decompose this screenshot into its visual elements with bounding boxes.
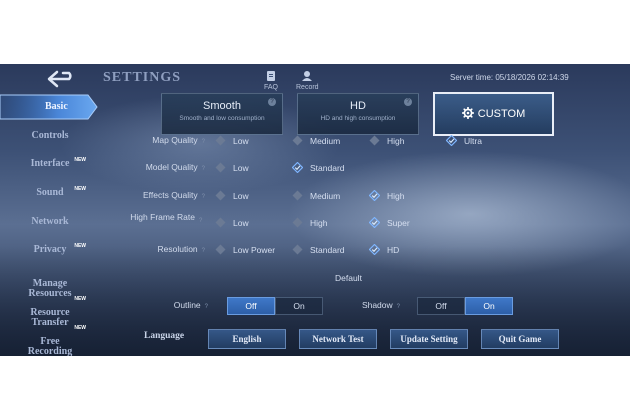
preset-subtitle: HD and high consumption <box>320 115 396 122</box>
sidebar-item-controls[interactable]: Controls <box>0 131 100 141</box>
settings-screen: SETTINGS FAQ Record Server time: 05/18/2… <box>0 64 630 356</box>
diamond-selected-icon <box>369 217 380 228</box>
high-frame-rate-high-option[interactable]: High <box>292 217 327 228</box>
sidebar-item-label: Network <box>31 216 69 227</box>
model-quality-label: Model Quality? <box>145 162 205 174</box>
diamond-unselected-icon <box>215 135 226 146</box>
server-time: Server time: 05/18/2026 02:14:39 <box>450 73 569 82</box>
sidebar-item-sound[interactable]: Sound NEW <box>0 186 100 198</box>
model-quality-standard-option[interactable]: Standard <box>292 162 345 173</box>
high-frame-rate-label: High Frame Rate <box>130 212 195 222</box>
sidebar-item-label: Controls <box>31 130 69 141</box>
preset-title: HD <box>350 100 366 112</box>
language-label: Language <box>144 331 185 341</box>
help-icon[interactable]: ? <box>202 192 205 202</box>
diamond-unselected-icon <box>292 190 303 201</box>
outline-label: Outline? <box>173 300 208 312</box>
help-icon[interactable]: ? <box>202 164 205 174</box>
back-button[interactable] <box>44 70 78 92</box>
sidebar-item-label: Manage Resources <box>28 278 72 299</box>
faq-label: FAQ <box>264 84 279 91</box>
sidebar-item-label: Resource Transfer <box>30 307 70 328</box>
effects-quality-high-option[interactable]: High <box>369 190 404 201</box>
help-icon[interactable]: ? <box>404 98 412 106</box>
help-icon[interactable]: ? <box>202 246 205 256</box>
effects-quality-low-option[interactable]: Low <box>215 190 249 201</box>
new-badge: NEW <box>74 243 86 249</box>
help-icon[interactable]: ? <box>199 218 202 224</box>
diamond-unselected-icon <box>292 135 303 146</box>
document-icon <box>265 70 277 84</box>
outline-off-option[interactable]: Off <box>227 297 275 315</box>
language-select-button[interactable]: English <box>208 329 286 349</box>
diamond-unselected-icon <box>369 135 380 146</box>
quit-game-button[interactable]: Quit Game <box>481 329 559 349</box>
sidebar-item-label: Interface <box>30 158 70 169</box>
effects-quality-label: Effects Quality? <box>143 190 205 202</box>
sidebar-item-label: Privacy <box>33 244 67 255</box>
map-quality-ultra-option[interactable]: Ultra <box>446 135 482 146</box>
sidebar-item-label: Sound <box>36 187 64 198</box>
diamond-unselected-icon <box>215 162 226 173</box>
shadow-toggle[interactable]: Off On <box>417 297 513 315</box>
resolution-hd-option[interactable]: HD <box>369 244 399 255</box>
new-badge: NEW <box>74 325 86 331</box>
preset-title: CUSTOM <box>477 108 526 120</box>
diamond-selected-icon <box>369 190 380 201</box>
help-icon[interactable]: ? <box>397 302 400 312</box>
update-setting-button[interactable]: Update Setting <box>390 329 468 349</box>
diamond-unselected-icon <box>215 244 226 255</box>
sidebar-item-privacy[interactable]: Privacy NEW <box>0 243 100 255</box>
help-icon[interactable]: ? <box>202 137 205 147</box>
outline-on-option[interactable]: On <box>275 297 323 315</box>
user-icon <box>301 70 313 84</box>
preset-subtitle: Smooth and low consumption <box>179 115 265 122</box>
sidebar-item-label: Free Recording <box>27 336 73 357</box>
high-frame-rate-super-option[interactable]: Super <box>369 217 410 228</box>
sidebar-item-network[interactable]: Network <box>0 217 100 227</box>
shadow-off-option[interactable]: Off <box>417 297 465 315</box>
map-quality-low-option[interactable]: Low <box>215 135 249 146</box>
sidebar-item-free-recording[interactable]: Free Recording NEW <box>0 325 100 357</box>
network-test-button[interactable]: Network Test <box>299 329 377 349</box>
preset-hd-button[interactable]: HD HD and high consumption ? <box>297 93 419 135</box>
diamond-selected-icon <box>369 244 380 255</box>
gear-icon <box>461 106 474 122</box>
diamond-unselected-icon <box>215 190 226 201</box>
help-icon[interactable]: ? <box>268 98 276 106</box>
new-badge: NEW <box>74 157 86 163</box>
sidebar-item-interface[interactable]: Interface NEW <box>0 157 100 169</box>
map-quality-high-option[interactable]: High <box>369 135 404 146</box>
new-badge: NEW <box>74 296 86 302</box>
preset-title: Smooth <box>203 100 241 112</box>
resolution-label: Resolution? <box>157 244 205 256</box>
model-quality-low-option[interactable]: Low <box>215 162 249 173</box>
preset-custom-button[interactable]: CUSTOM <box>433 92 554 136</box>
sidebar-item-basic[interactable]: Basic <box>0 93 98 121</box>
diamond-unselected-icon <box>215 217 226 228</box>
diamond-selected-icon <box>446 135 457 146</box>
outline-toggle[interactable]: Off On <box>227 297 323 315</box>
map-quality-medium-option[interactable]: Medium <box>292 135 340 146</box>
diamond-unselected-icon <box>292 244 303 255</box>
diamond-selected-icon <box>292 162 303 173</box>
record-button[interactable]: Record <box>296 70 319 91</box>
help-icon[interactable]: ? <box>205 302 208 312</box>
map-quality-label: Map Quality? <box>152 135 205 147</box>
effects-quality-medium-option[interactable]: Medium <box>292 190 340 201</box>
preset-smooth-button[interactable]: Smooth Smooth and low consumption ? <box>161 93 283 135</box>
diamond-unselected-icon <box>292 217 303 228</box>
faq-button[interactable]: FAQ <box>264 70 278 91</box>
sidebar-item-label: Basic <box>45 101 68 112</box>
page-title: SETTINGS <box>103 70 182 85</box>
resolution-low-power-option[interactable]: Low Power <box>215 244 275 255</box>
resolution-standard-option[interactable]: Standard <box>292 244 345 255</box>
new-badge: NEW <box>74 186 86 192</box>
back-arrow-icon <box>45 69 77 94</box>
record-label: Record <box>296 84 319 91</box>
default-section-label: Default <box>335 273 362 283</box>
shadow-on-option[interactable]: On <box>465 297 513 315</box>
shadow-label: Shadow? <box>361 300 400 312</box>
high-frame-rate-low-option[interactable]: Low <box>215 217 249 228</box>
